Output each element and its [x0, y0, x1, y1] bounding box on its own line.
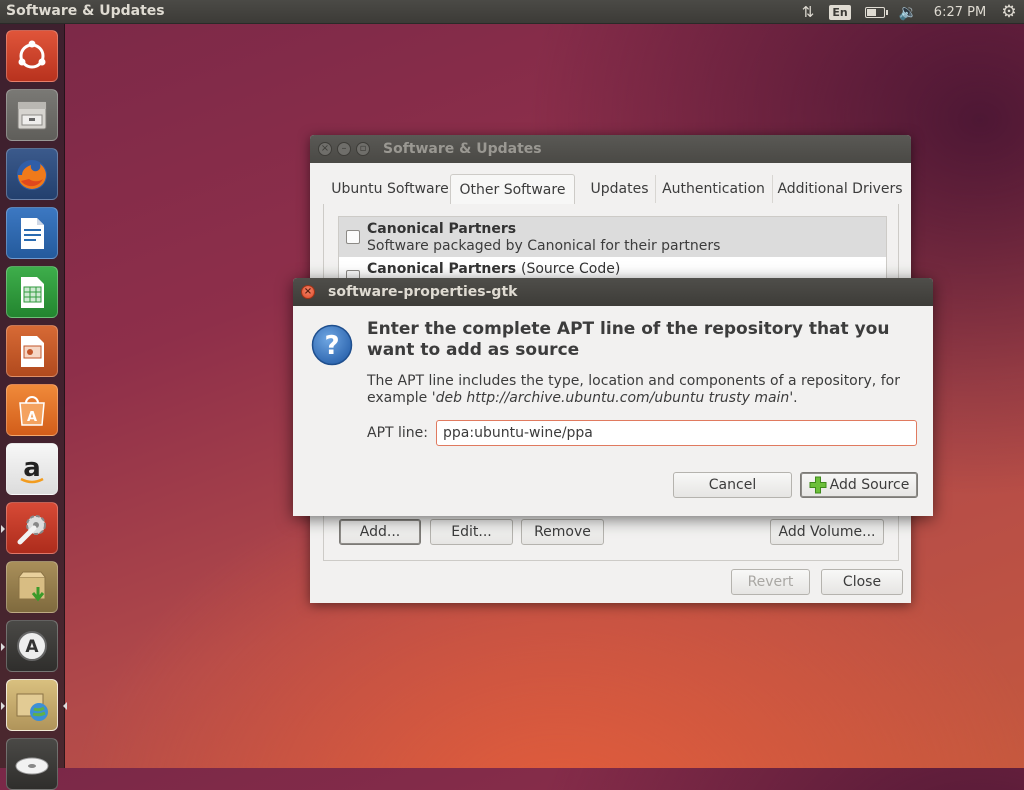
launcher-writer[interactable] [6, 207, 58, 259]
focused-indicator [63, 702, 67, 710]
question-icon: ? [311, 324, 353, 366]
writer-icon [21, 218, 44, 249]
svg-text:?: ? [324, 331, 339, 361]
apt-line-label: APT line: [367, 425, 429, 441]
launcher-dash-home[interactable] [6, 30, 58, 82]
minimize-icon[interactable]: – [337, 142, 351, 156]
close-button[interactable]: Close [821, 569, 903, 595]
tab-ubuntu-software[interactable]: Ubuntu Software [323, 175, 458, 203]
launcher-impress[interactable] [6, 325, 58, 377]
settings-icon [17, 515, 46, 545]
session-gear-icon[interactable]: ⚙ [998, 0, 1020, 24]
launcher-firefox[interactable] [6, 148, 58, 200]
window-title: Software & Updates [383, 141, 542, 157]
updater-icon: A [17, 631, 47, 661]
repo-title: Canonical Partners (Source Code) [367, 261, 621, 277]
keyboard-language-indicator[interactable]: En [829, 0, 851, 24]
add-source-dialog: × software-properties-gtk ? Enter the co… [293, 278, 933, 516]
ubuntu-logo-icon [18, 40, 46, 69]
edit-repository-button[interactable]: Edit... [430, 519, 513, 545]
tab-bar: Ubuntu Software Other Software Updates A… [323, 174, 903, 205]
plus-icon [809, 476, 827, 494]
maximize-icon[interactable]: ▫ [356, 142, 370, 156]
running-indicator [1, 643, 5, 651]
apt-example: deb http://archive.ubuntu.com/ubuntu tru… [435, 390, 790, 406]
network-updown-icon[interactable]: ⇅ [796, 0, 820, 24]
cancel-button[interactable]: Cancel [673, 472, 792, 498]
svg-text:a: a [23, 453, 41, 483]
tab-updates[interactable]: Updates [584, 175, 656, 203]
svg-text:A: A [25, 637, 39, 657]
window-titlebar[interactable]: × – ▫ Software & Updates [310, 135, 911, 163]
svg-text:A: A [27, 410, 37, 425]
disc-icon [15, 757, 49, 775]
repo-title-suffix: (Source Code) [521, 261, 621, 277]
close-icon[interactable]: × [318, 142, 332, 156]
running-indicator [1, 702, 5, 710]
top-panel: Software & Updates ⇅ En 🔉 6:27 PM ⚙ [0, 0, 1024, 24]
revert-button[interactable]: Revert [731, 569, 810, 595]
firefox-icon [17, 160, 47, 190]
active-app-title: Software & Updates [6, 3, 165, 19]
launcher-software-updater[interactable] [6, 561, 58, 613]
launcher-software-properties[interactable] [1, 679, 67, 731]
package-download-icon [18, 571, 46, 602]
launcher-disc[interactable] [6, 738, 58, 790]
launcher-files[interactable] [6, 89, 58, 141]
repo-subtitle: Software packaged by Canonical for their… [367, 238, 721, 254]
file-cabinet-icon [17, 101, 47, 130]
running-indicator [1, 525, 5, 533]
dialog-heading: Enter the complete APT line of the repos… [367, 319, 890, 360]
add-source-button[interactable]: Add Source [800, 472, 918, 498]
add-volume-button[interactable]: Add Volume... [770, 519, 884, 545]
launcher-amazon[interactable]: a [6, 443, 58, 495]
tab-additional-drivers[interactable]: Additional Drivers [772, 175, 908, 203]
software-center-icon: A [19, 396, 45, 426]
tab-other-software[interactable]: Other Software [450, 174, 575, 204]
battery-icon[interactable] [862, 0, 888, 24]
launcher-system-settings[interactable] [1, 502, 58, 554]
amazon-icon: a [20, 453, 44, 484]
add-source-label: Add Source [829, 477, 910, 493]
repo-enable-checkbox[interactable] [346, 230, 360, 244]
clock[interactable]: 6:27 PM [930, 0, 990, 24]
dialog-titlebar[interactable]: × software-properties-gtk [293, 278, 933, 306]
volume-icon[interactable]: 🔉 [896, 0, 920, 24]
launcher-calc[interactable] [6, 266, 58, 318]
dialog-description: The APT line includes the type, location… [367, 373, 900, 406]
package-globe-icon [16, 693, 48, 721]
launcher: A a A [0, 24, 67, 790]
calc-icon [21, 277, 44, 308]
impress-icon [21, 336, 44, 367]
list-item[interactable]: Canonical Partners Software packaged by … [339, 217, 886, 257]
launcher-software-center[interactable]: A [6, 384, 58, 436]
close-icon[interactable]: × [301, 285, 315, 299]
launcher-updater-a[interactable]: A [1, 620, 58, 672]
tab-authentication[interactable]: Authentication [655, 175, 773, 203]
apt-line-input[interactable] [436, 420, 917, 446]
dialog-title: software-properties-gtk [328, 284, 518, 300]
add-repository-button[interactable]: Add... [339, 519, 421, 545]
language-label: En [829, 4, 851, 20]
remove-repository-button[interactable]: Remove [521, 519, 604, 545]
repo-title: Canonical Partners [367, 221, 517, 237]
